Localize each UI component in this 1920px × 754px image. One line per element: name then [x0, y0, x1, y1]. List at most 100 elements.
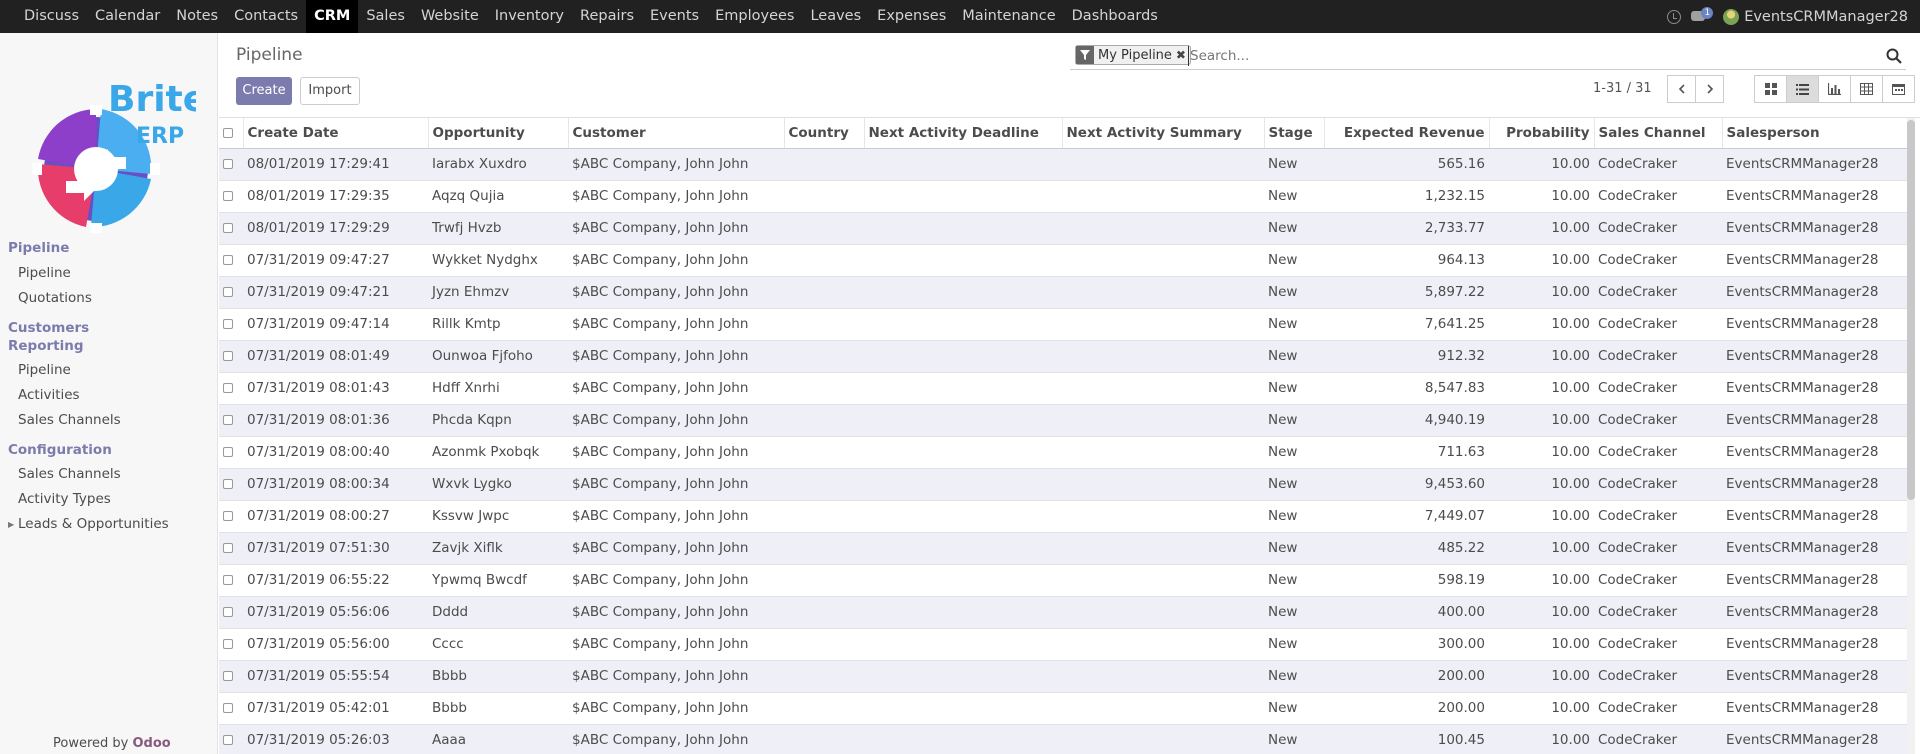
table-row[interactable]: 07/31/2019 08:01:36 Phcda Kqpn $ABC Compan…	[219, 403, 1907, 436]
messaging-icon[interactable]: 1	[1691, 6, 1714, 25]
column-next-activity-deadline[interactable]: Next Activity Deadline	[864, 118, 1063, 149]
table-row[interactable]: 07/31/2019 05:42:01 Bbbb $ABC Company, Joh…	[219, 691, 1907, 724]
column-country[interactable]: Country	[784, 118, 865, 149]
section-customers[interactable]: Customers	[8, 320, 89, 336]
table-row[interactable]: 07/31/2019 09:47:21 Jyzn Ehmzv $ABC Compan…	[219, 275, 1907, 308]
row-checkbox[interactable]	[223, 607, 233, 617]
row-checkbox[interactable]	[223, 159, 233, 169]
row-checkbox[interactable]	[223, 639, 233, 649]
menu-item-discuss[interactable]: Discuss	[16, 0, 87, 33]
column-sales-channel[interactable]: Sales Channel	[1594, 118, 1723, 149]
row-checkbox[interactable]	[223, 415, 233, 425]
column-stage[interactable]: Stage	[1264, 118, 1325, 149]
search-icon[interactable]	[1886, 48, 1902, 64]
table-row[interactable]: 08/01/2019 17:29:35 Aqzq Qujia $ABC Compan…	[219, 179, 1907, 212]
scrollbar-thumb[interactable]	[1907, 120, 1915, 500]
create-button[interactable]: Create	[236, 77, 292, 105]
row-checkbox[interactable]	[223, 511, 233, 521]
row-checkbox[interactable]	[223, 543, 233, 553]
table-row[interactable]: 07/31/2019 06:55:22 Ypwmq Bwcdf $ABC Compa…	[219, 563, 1907, 596]
column-next-activity-summary[interactable]: Next Activity Summary	[1062, 118, 1265, 149]
cell-country	[784, 243, 864, 276]
list-view-button[interactable]	[1786, 75, 1819, 103]
sidebar-item-activity-types[interactable]: Activity Types	[18, 491, 111, 507]
menu-item-maintenance[interactable]: Maintenance	[954, 0, 1063, 33]
graph-view-button[interactable]	[1818, 75, 1851, 103]
table-row[interactable]: 07/31/2019 09:47:27 Wykket Nydghx $ABC Com…	[219, 243, 1907, 276]
sidebar-item-leads-opportunities[interactable]: Leads & Opportunities	[18, 516, 169, 532]
sidebar-item-config-sales-channels[interactable]: Sales Channels	[18, 466, 121, 482]
row-checkbox[interactable]	[223, 735, 233, 746]
pager-value[interactable]: 1-31 / 31	[1593, 81, 1652, 96]
menu-item-contacts[interactable]: Contacts	[226, 0, 306, 33]
sidebar-item-quotations[interactable]: Quotations	[18, 290, 92, 306]
menu-item-crm[interactable]: CRM	[306, 0, 359, 33]
search-input[interactable]	[1188, 46, 1878, 66]
cell-customer: $ABC Company, John John	[568, 659, 784, 692]
menu-item-calendar[interactable]: Calendar	[87, 0, 168, 33]
table-row[interactable]: 07/31/2019 05:55:54 Bbbb $ABC Company, Joh…	[219, 659, 1907, 692]
pager-previous-button[interactable]	[1667, 75, 1696, 103]
menu-item-sales[interactable]: Sales	[358, 0, 413, 33]
column-salesperson[interactable]: Salesperson	[1722, 118, 1907, 149]
row-checkbox[interactable]	[223, 255, 233, 265]
table-body: 08/01/2019 17:29:41 Iarabx Xuxdro $ABC Com…	[219, 147, 1907, 754]
sidebar-item-activities[interactable]: Activities	[18, 387, 80, 403]
column-create-date[interactable]: Create Date	[243, 118, 429, 149]
row-checkbox[interactable]	[223, 351, 233, 361]
row-checkbox[interactable]	[223, 479, 233, 489]
row-checkbox[interactable]	[223, 383, 233, 393]
column-expected-revenue[interactable]: Expected Revenue	[1324, 118, 1490, 149]
table-row[interactable]: 07/31/2019 08:00:34 Wxvk Lygko $ABC Compan…	[219, 467, 1907, 500]
odoo-link[interactable]: Odoo	[133, 736, 171, 751]
row-checkbox[interactable]	[223, 287, 233, 297]
table-row[interactable]: 07/31/2019 05:26:03 Aaaa $ABC Company, Joh…	[219, 723, 1907, 754]
cell-customer: $ABC Company, John John	[568, 595, 784, 628]
cell-expected-revenue: 711.63	[1324, 435, 1489, 468]
expand-caret-icon[interactable]: ▶	[8, 520, 14, 529]
sidebar-item-reporting-pipeline[interactable]: Pipeline	[18, 362, 71, 378]
select-all-checkbox[interactable]	[223, 127, 233, 138]
activity-clock-icon[interactable]	[1667, 9, 1682, 24]
menu-item-repairs[interactable]: Repairs	[572, 0, 642, 33]
menu-item-leaves[interactable]: Leaves	[802, 0, 869, 33]
table-row[interactable]: 07/31/2019 08:01:49 Ounwoa Fjfoho $ABC Com…	[219, 339, 1907, 372]
cell-opportunity: Bbbb	[428, 659, 568, 692]
row-checkbox[interactable]	[223, 319, 233, 329]
sidebar-item-pipeline[interactable]: Pipeline	[18, 265, 71, 281]
pivot-view-button[interactable]	[1850, 75, 1883, 103]
row-checkbox[interactable]	[223, 223, 233, 233]
sidebar-item-reporting-sales-channels[interactable]: Sales Channels	[18, 412, 121, 428]
table-row[interactable]: 07/31/2019 09:47:14 Rillk Kmtp $ABC Compan…	[219, 307, 1907, 340]
table-row[interactable]: 07/31/2019 08:00:27 Kssvw Jwpc $ABC Compan…	[219, 499, 1907, 532]
table-row[interactable]: 08/01/2019 17:29:41 Iarabx Xuxdro $ABC Com…	[219, 147, 1907, 180]
menu-item-events[interactable]: Events	[642, 0, 707, 33]
row-checkbox[interactable]	[223, 671, 233, 681]
menu-item-inventory[interactable]: Inventory	[487, 0, 572, 33]
menu-item-employees[interactable]: Employees	[707, 0, 802, 33]
table-row[interactable]: 07/31/2019 07:51:30 Zavjk Xiflk $ABC Compa…	[219, 531, 1907, 564]
menu-item-dashboards[interactable]: Dashboards	[1064, 0, 1166, 33]
menu-item-website[interactable]: Website	[413, 0, 487, 33]
table-row[interactable]: 07/31/2019 05:56:06 Dddd $ABC Company, Joh…	[219, 595, 1907, 628]
table-row[interactable]: 07/31/2019 05:56:00 Cccc $ABC Company, Joh…	[219, 627, 1907, 660]
row-checkbox[interactable]	[223, 703, 233, 713]
column-opportunity[interactable]: Opportunity	[428, 118, 569, 149]
row-checkbox[interactable]	[223, 191, 233, 201]
row-checkbox[interactable]	[223, 575, 233, 585]
user-menu[interactable]: EventsCRMManager28	[1723, 8, 1908, 25]
column-probability[interactable]: Probability	[1489, 118, 1595, 149]
table-row[interactable]: 07/31/2019 08:00:40 Azonmk Pxobqk $ABC Com…	[219, 435, 1907, 468]
kanban-view-button[interactable]	[1754, 75, 1787, 103]
cell-country	[784, 371, 864, 404]
menu-item-expenses[interactable]: Expenses	[869, 0, 954, 33]
menu-item-notes[interactable]: Notes	[168, 0, 226, 33]
calendar-view-button[interactable]	[1882, 75, 1915, 103]
row-checkbox[interactable]	[223, 447, 233, 457]
import-button[interactable]: Import	[300, 77, 360, 105]
cell-opportunity: Wykket Nydghx	[428, 243, 568, 276]
pager-next-button[interactable]	[1695, 75, 1724, 103]
table-row[interactable]: 08/01/2019 17:29:29 Trwfj Hvzb $ABC Compan…	[219, 211, 1907, 244]
table-row[interactable]: 07/31/2019 08:01:43 Hdff Xnrhi $ABC Compan…	[219, 371, 1907, 404]
column-customer[interactable]: Customer	[568, 118, 785, 149]
